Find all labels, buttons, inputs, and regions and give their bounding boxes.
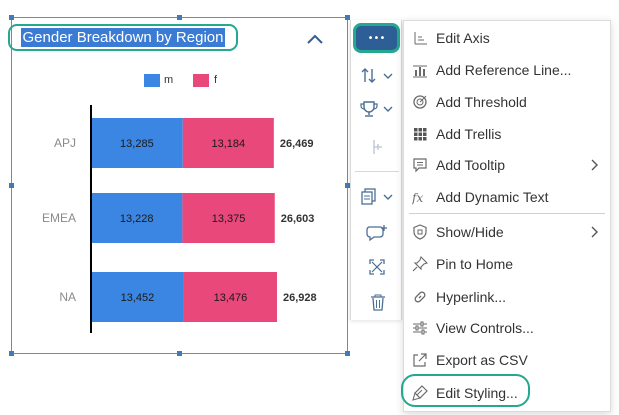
menu-item-label: Pin to Home [436,256,514,272]
hyperlink-icon [414,291,426,303]
category-label: APJ [54,136,76,150]
menu-item-edit-axis[interactable]: Edit Axis [403,24,611,52]
export-icon [413,353,427,367]
fullscreen-icon[interactable] [369,259,385,275]
data-label-m: 13,452 [121,292,155,304]
edit-styling-highlight [401,374,530,407]
add-comment-icon[interactable] [366,224,388,242]
menu-item-label: View Controls... [436,320,534,336]
tooltip-icon [413,158,427,173]
data-label-m: 13,285 [120,138,154,150]
category-label: NA [59,290,76,304]
reference-line-icon [413,65,427,78]
menu-item-add-threshold[interactable]: Add Threshold [403,88,611,116]
category-label: EMEA [42,211,76,225]
dynamic-text-icon: fx [412,191,423,205]
show-hide-icon [413,224,427,240]
menu-item-label: Add Trellis [436,126,502,142]
menu-item-label: Show/Hide [436,224,504,240]
sort-icon[interactable] [360,67,394,85]
chevron-right-icon [591,159,598,171]
pin-icon [412,256,428,272]
menu-item-show-hide[interactable]: Show/Hide [403,218,611,246]
svg-text:fx: fx [412,191,423,205]
data-label-f: 13,375 [212,213,246,225]
data-label-f: 13,184 [211,138,245,150]
menu-item-add-trellis[interactable]: Add Trellis [403,120,611,148]
menu-item-pin-to-home[interactable]: Pin to Home [403,250,611,278]
menu-item-label: Export as CSV [436,352,528,368]
threshold-icon [413,95,427,109]
menu-item-label: Hyperlink... [436,289,507,305]
total-label: 26,469 [280,138,314,150]
more-actions-button[interactable]: ••• [353,23,400,53]
menu-item-hyperlink[interactable]: Hyperlink... [403,283,611,311]
copy-icon[interactable] [360,188,394,206]
menu-item-label: Edit Axis [436,30,490,46]
total-label: 26,603 [281,213,315,225]
menu-item-add-reference-line[interactable]: Add Reference Line... [403,56,611,84]
delete-icon[interactable] [370,294,386,311]
menu-item-view-controls[interactable]: View Controls... [403,314,611,342]
menu-item-add-dynamic-text[interactable]: fx Add Dynamic Text [403,183,611,211]
drill-icon [373,140,382,154]
edit-axis-icon [414,32,427,45]
more-icon: ••• [367,32,386,44]
total-label: 26,928 [283,292,317,304]
menu-item-label: Add Dynamic Text [436,189,549,205]
view-controls-icon [413,321,427,335]
menu-item-label: Add Reference Line... [436,62,572,78]
menu-separator [409,213,605,214]
data-label-m: 13,228 [120,213,154,225]
stacked-bar-chart[interactable]: APJ 13,285 13,184 26,469 EMEA 13,228 13,375 26,… [0,0,350,360]
chevron-right-icon [591,226,598,238]
widget-toolbar [350,20,402,320]
menu-item-label: Add Tooltip [436,157,506,173]
toolbar-separator [355,171,399,172]
menu-item-export-as-csv[interactable]: Export as CSV [403,346,611,374]
menu-item-label: Add Threshold [436,94,527,110]
ranking-trophy-icon[interactable] [360,100,394,118]
data-label-f: 13,476 [214,292,248,304]
trellis-icon [414,128,427,141]
menu-item-add-tooltip[interactable]: Add Tooltip [403,151,611,179]
